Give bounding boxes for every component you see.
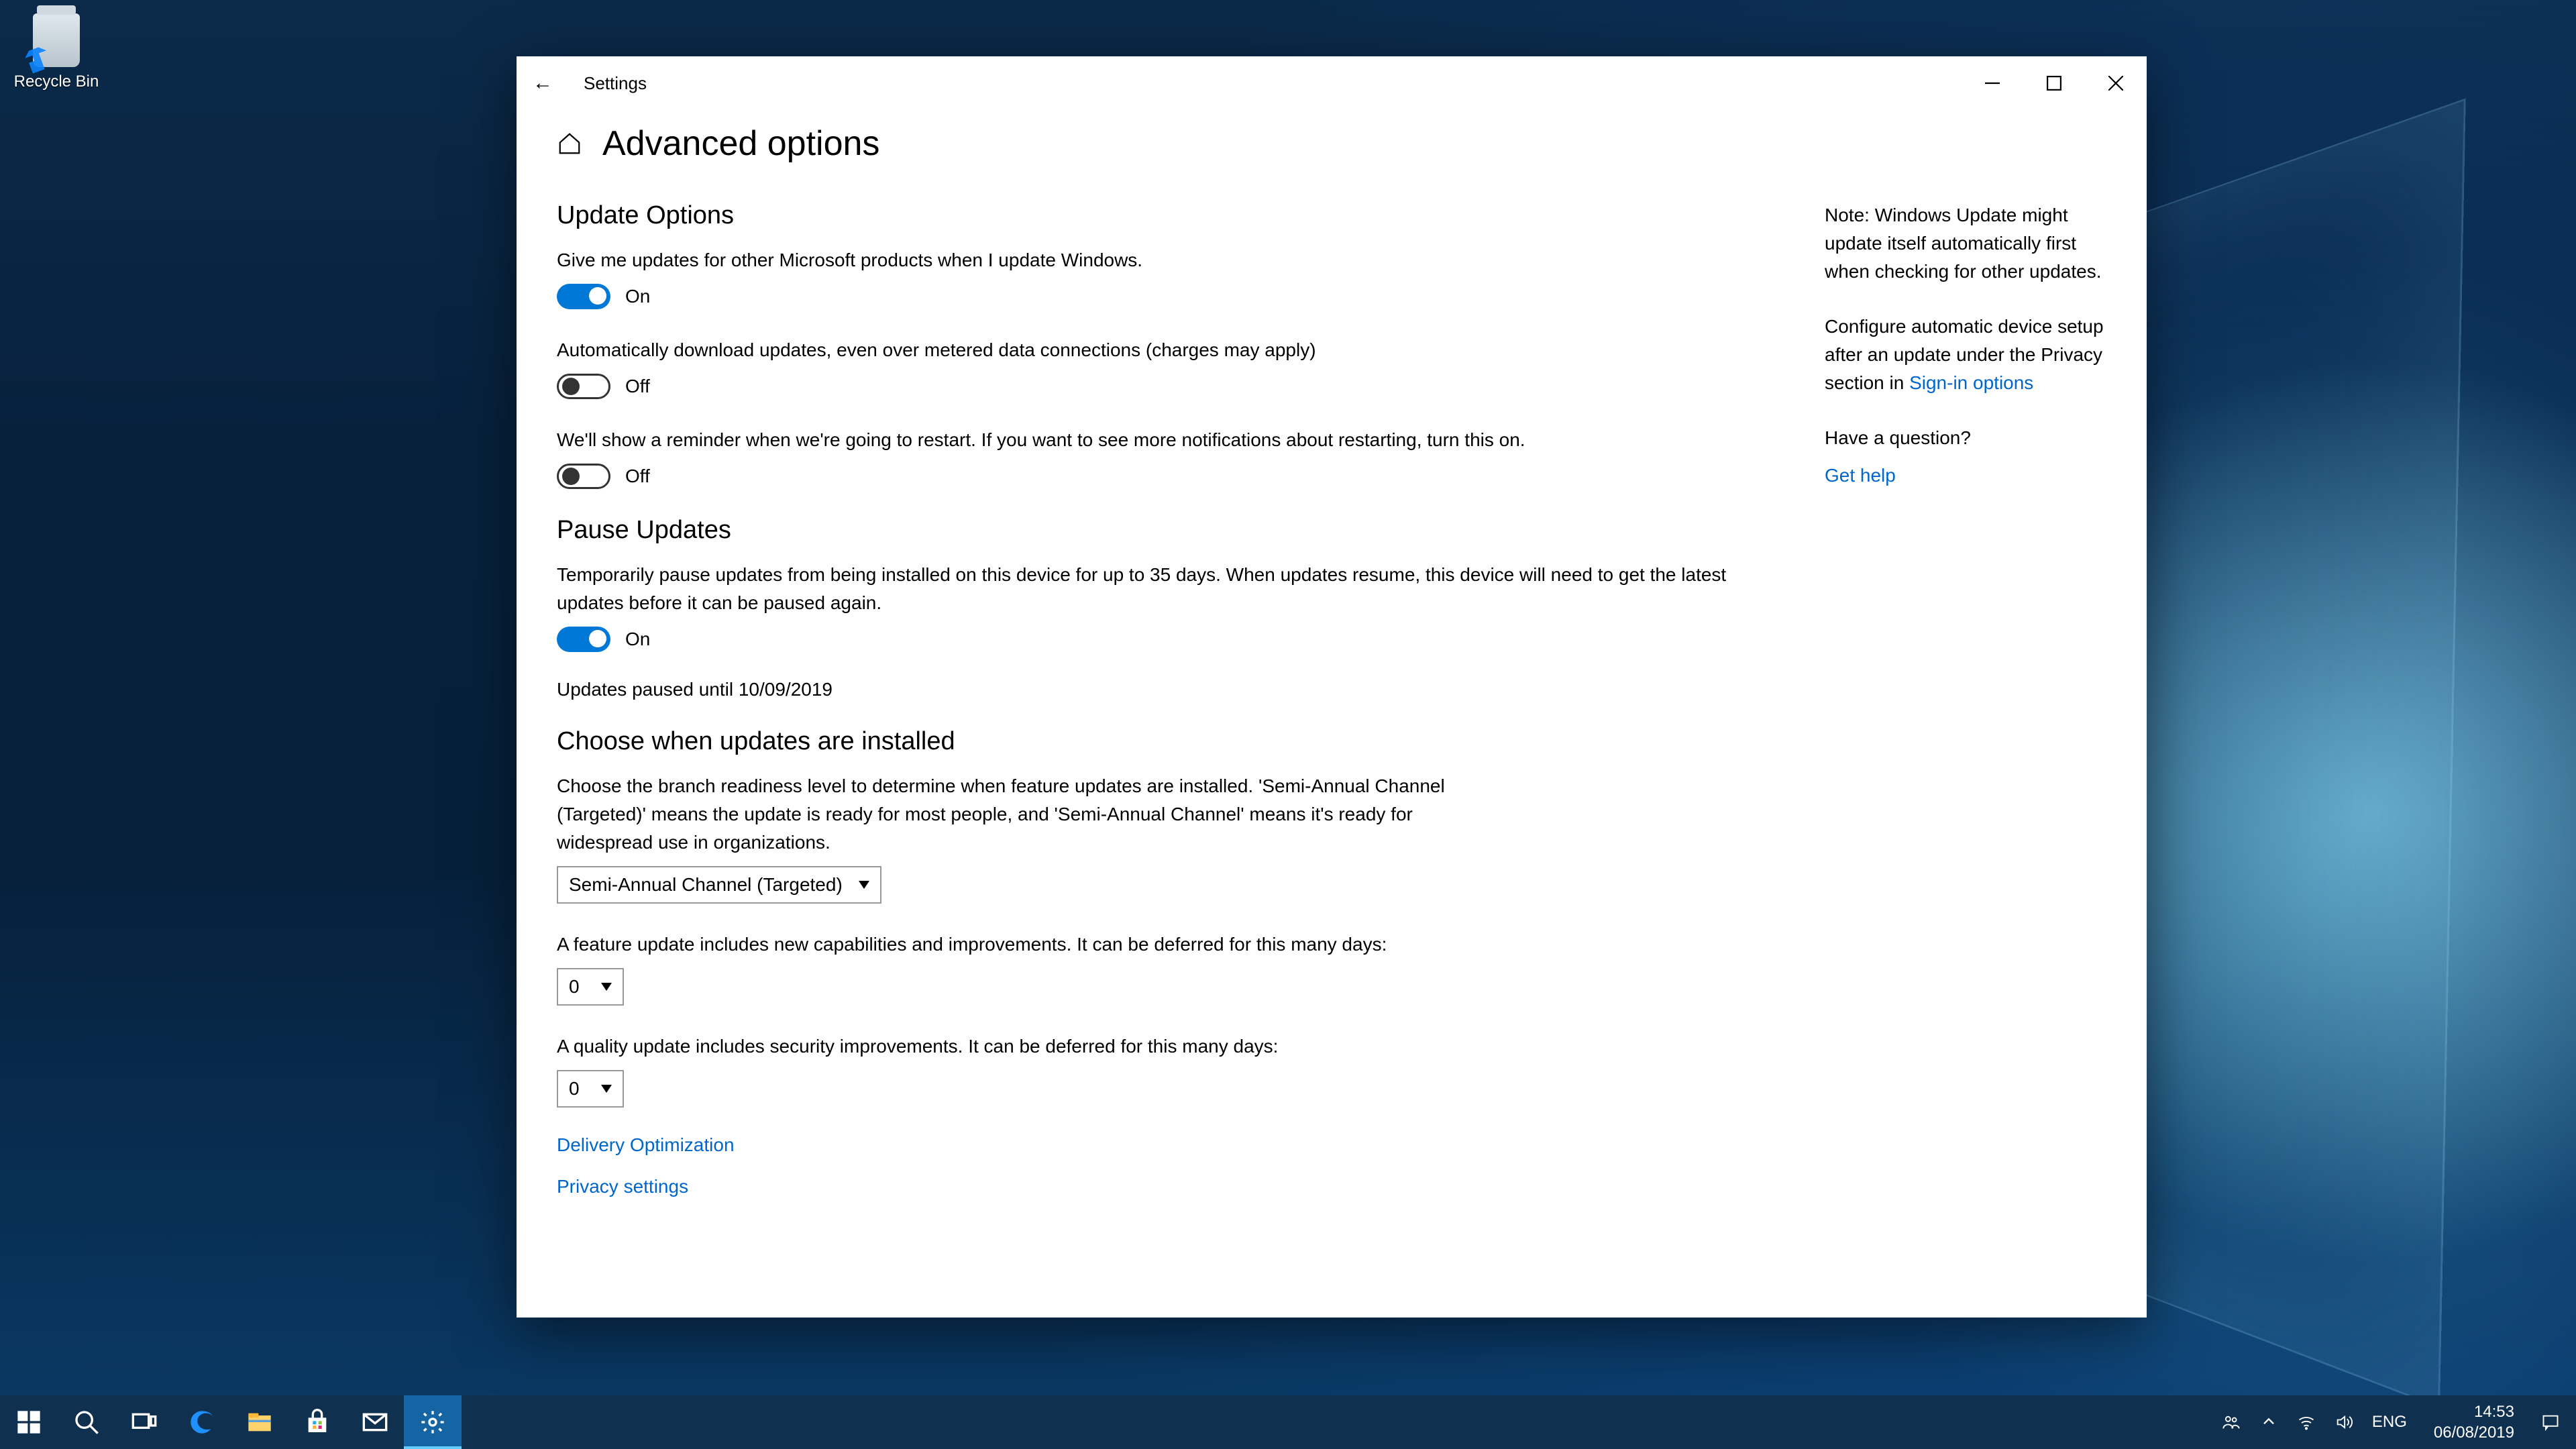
network-tray-icon[interactable] <box>2297 1413 2316 1432</box>
file-explorer-taskbar-icon[interactable] <box>231 1395 288 1449</box>
maximize-button[interactable] <box>2023 56 2085 110</box>
side-panel: Note: Windows Update might update itself… <box>1825 123 2106 1291</box>
update-options-heading: Update Options <box>557 201 1798 230</box>
action-center-icon[interactable] <box>2541 1413 2560 1432</box>
side-note: Note: Windows Update might update itself… <box>1825 201 2106 286</box>
pause-updates-toggle[interactable] <box>557 627 610 652</box>
volume-tray-icon[interactable] <box>2334 1413 2353 1432</box>
clock[interactable]: 14:53 06/08/2019 <box>2426 1401 2522 1443</box>
tray-overflow-icon[interactable] <box>2259 1413 2278 1432</box>
recycle-bin-icon <box>33 13 80 67</box>
quality-defer-label: A quality update includes security impro… <box>557 1032 1798 1061</box>
opt-restart-reminder-state: Off <box>625 466 650 487</box>
choose-when-desc: Choose the branch readiness level to det… <box>557 772 1496 857</box>
privacy-settings-link[interactable]: Privacy settings <box>557 1176 1798 1197</box>
opt-other-products-state: On <box>625 286 650 307</box>
chevron-down-icon <box>601 1085 612 1093</box>
branch-readiness-value: Semi-Annual Channel (Targeted) <box>569 874 843 896</box>
system-tray: ENG 14:53 06/08/2019 <box>2206 1395 2576 1449</box>
pause-updates-state: On <box>625 629 650 650</box>
home-icon[interactable] <box>557 131 582 156</box>
feature-defer-dropdown[interactable]: 0 <box>557 968 624 1006</box>
minimize-button[interactable] <box>1962 56 2023 110</box>
opt-metered-toggle[interactable] <box>557 374 610 399</box>
titlebar: ← Settings <box>517 56 2147 110</box>
back-button[interactable]: ← <box>533 72 559 95</box>
quality-defer-value: 0 <box>569 1078 580 1099</box>
quality-defer-dropdown[interactable]: 0 <box>557 1070 624 1108</box>
opt-other-products-toggle[interactable] <box>557 284 610 309</box>
store-taskbar-icon[interactable] <box>288 1395 346 1449</box>
choose-when-heading: Choose when updates are installed <box>557 727 1798 756</box>
chevron-down-icon <box>601 983 612 991</box>
branch-readiness-dropdown[interactable]: Semi-Annual Channel (Targeted) <box>557 866 881 904</box>
delivery-optimization-link[interactable]: Delivery Optimization <box>557 1134 1798 1156</box>
feature-defer-value: 0 <box>569 976 580 998</box>
start-button[interactable] <box>0 1395 58 1449</box>
opt-restart-reminder-toggle[interactable] <box>557 464 610 489</box>
opt-metered-state: Off <box>625 376 650 397</box>
close-button[interactable] <box>2085 56 2147 110</box>
main-content: Advanced options Update Options Give me … <box>557 123 1798 1291</box>
task-view-button[interactable] <box>115 1395 173 1449</box>
page-title: Advanced options <box>602 123 879 164</box>
recycle-bin-label: Recycle Bin <box>9 72 103 91</box>
taskbar: ENG 14:53 06/08/2019 <box>0 1395 2576 1449</box>
get-help-link[interactable]: Get help <box>1825 465 1896 486</box>
chevron-down-icon <box>859 881 869 889</box>
have-question-heading: Have a question? <box>1825 424 2106 452</box>
settings-taskbar-icon[interactable] <box>404 1395 462 1449</box>
feature-defer-label: A feature update includes new capabiliti… <box>557 930 1798 959</box>
pause-updates-desc: Temporarily pause updates from being ins… <box>557 561 1798 617</box>
recycle-bin-desktop-icon[interactable]: Recycle Bin <box>9 13 103 91</box>
people-tray-icon[interactable] <box>2222 1413 2241 1432</box>
side-config: Configure automatic device setup after a… <box>1825 313 2106 397</box>
pause-until-text: Updates paused until 10/09/2019 <box>557 679 1798 700</box>
search-button[interactable] <box>58 1395 115 1449</box>
settings-window: ← Settings Advanced options Update Optio… <box>517 56 2147 1318</box>
opt-restart-reminder-label: We'll show a reminder when we're going t… <box>557 426 1798 454</box>
mail-taskbar-icon[interactable] <box>346 1395 404 1449</box>
window-title: Settings <box>584 73 647 94</box>
clock-date: 06/08/2019 <box>2434 1422 2514 1443</box>
opt-other-products-label: Give me updates for other Microsoft prod… <box>557 246 1798 274</box>
pause-updates-heading: Pause Updates <box>557 516 1798 545</box>
clock-time: 14:53 <box>2434 1401 2514 1422</box>
edge-taskbar-icon[interactable] <box>173 1395 231 1449</box>
opt-metered-label: Automatically download updates, even ove… <box>557 336 1798 364</box>
signin-options-link[interactable]: Sign-in options <box>1909 372 2033 393</box>
language-indicator[interactable]: ENG <box>2372 1413 2407 1432</box>
